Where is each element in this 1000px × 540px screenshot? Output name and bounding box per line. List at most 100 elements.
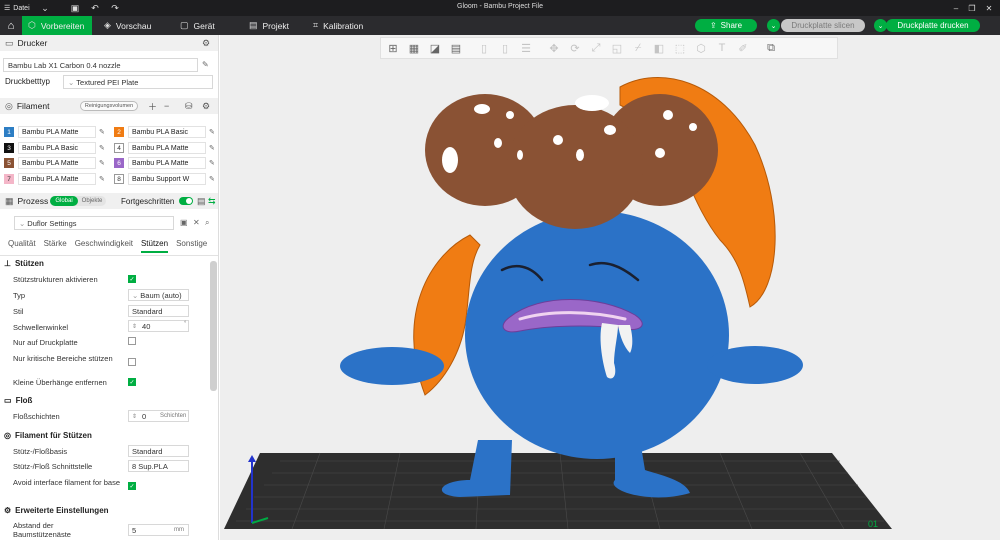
flushing-volume-button[interactable]: Reinigungsvolumen — [80, 101, 138, 111]
tab-label: Gerät — [193, 20, 215, 31]
filament-slot[interactable]: 1 Bambu PLA Matte ✎ — [4, 126, 105, 138]
edit-printer-icon[interactable]: ✎ — [202, 60, 209, 69]
raft-layers-input[interactable]: ⇕ 0 Schichten — [128, 410, 189, 422]
support-icon: ⊥ — [4, 258, 11, 268]
filament-name: Bambu PLA Basic — [18, 142, 96, 154]
subtab-others[interactable]: Sonstige — [176, 239, 207, 253]
filament-slot[interactable]: 3 Bambu PLA Basic ✎ — [4, 142, 105, 154]
subtab-supports[interactable]: Stützen — [140, 239, 169, 253]
add-filament-icon[interactable]: ＋ — [148, 100, 157, 113]
filament-number-badge: 5 — [4, 158, 14, 168]
print-plate-button[interactable]: Druckplatte drucken — [886, 19, 980, 32]
filament-slot[interactable]: 8 Bambu Support W ✎ — [114, 173, 215, 185]
search-icon[interactable]: ⌕ — [205, 218, 209, 228]
critical-only-checkbox[interactable] — [128, 358, 136, 366]
share-button[interactable]: ⇪ Share — [695, 19, 757, 32]
settings-scrollbar[interactable] — [210, 261, 217, 391]
compare-icon[interactable]: ▤ — [197, 196, 206, 207]
3d-viewport[interactable]: ⊞ ▦ ◪ ▤ ▯ ▯ ☰ ✥ ⟳ ⤢ ◱ ⌿ ◧ ⬚ ⬡ T ✐ ⧉ 01 — [220, 35, 1000, 540]
tab-label: Vorbereiten — [40, 20, 85, 31]
filament-slot[interactable]: 6 Bambu PLA Matte ✎ — [114, 157, 215, 169]
left-arm — [340, 347, 444, 385]
support-interface-value: 8 Sup.PLA — [132, 461, 168, 471]
filament-slot[interactable]: 5 Bambu PLA Matte ✎ — [4, 157, 105, 169]
remove-small-overhangs-checkbox[interactable]: ✓ — [128, 378, 136, 386]
support-base-value: Standard — [132, 446, 163, 456]
group-support-filament-header: ◎ Filament für Stützen — [4, 429, 92, 441]
share-label: Share — [720, 21, 743, 30]
filament-settings-icon[interactable]: ⚙ — [202, 101, 210, 112]
close-icon[interactable]: ✕ — [193, 218, 200, 227]
minimize-icon[interactable]: – — [950, 2, 962, 14]
group-title: Floß — [15, 395, 33, 405]
filament-name: Bambu PLA Matte — [18, 157, 96, 169]
tab-preview[interactable]: ◈ Vorschau — [104, 16, 151, 35]
filament-slot[interactable]: 2 Bambu PLA Basic ✎ — [114, 126, 215, 138]
cube-icon: ⬡ — [28, 20, 36, 30]
edit-filament-icon[interactable]: ✎ — [99, 128, 105, 136]
build-plate — [224, 453, 892, 529]
chevron-down-icon: ⌄ — [19, 218, 26, 228]
threshold-angle-input[interactable]: ⇕ 40 ° — [128, 320, 189, 332]
global-objects-toggle[interactable]: Global Objekte — [50, 196, 106, 206]
printer-settings-icon[interactable]: ⚙ — [202, 38, 210, 49]
tab-device[interactable]: ▢ Gerät — [180, 16, 215, 35]
subtab-strength[interactable]: Stärke — [44, 239, 67, 253]
enable-supports-checkbox[interactable]: ✓ — [128, 275, 136, 283]
filament-number-badge: 1 — [4, 127, 14, 137]
support-interface-label: Stütz-/Floß Schnittstelle — [13, 462, 93, 471]
avoid-interface-checkbox[interactable]: ✓ — [128, 482, 136, 490]
group-advanced-header: ⚙ Erweiterte Einstellungen — [4, 504, 109, 516]
filament-slot[interactable]: 4 Bambu PLA Matte ✎ — [114, 142, 215, 154]
stepper-icon[interactable]: ⇕ — [132, 323, 137, 330]
sync-ams-icon[interactable]: ⛁ — [185, 101, 193, 112]
edit-filament-icon[interactable]: ✎ — [209, 144, 215, 152]
slice-dropdown-icon[interactable]: ⌄ — [767, 19, 780, 32]
divider — [0, 255, 218, 256]
tab-project[interactable]: ▤ Projekt — [249, 16, 289, 35]
filament-number-badge: 6 — [114, 158, 124, 168]
subtab-quality[interactable]: Qualität — [8, 239, 36, 253]
support-type-select[interactable]: ⌄ Baum (auto) — [128, 289, 189, 301]
filament-number-badge: 4 — [114, 143, 124, 153]
remove-filament-icon[interactable]: − — [164, 101, 169, 111]
subtab-speed[interactable]: Geschwindigkeit — [75, 239, 133, 253]
bed-type-select[interactable]: ⌄ Textured PEI Plate — [63, 75, 213, 89]
critical-only-label: Nur kritische Bereiche stützen — [13, 354, 113, 363]
process-subtabs: Qualität Stärke Geschwindigkeit Stützen … — [0, 239, 218, 253]
edit-filament-icon[interactable]: ✎ — [99, 144, 105, 152]
support-style-select[interactable]: Standard — [128, 305, 189, 317]
scene-canvas: 01 — [224, 77, 892, 530]
filament-slot[interactable]: 7 Bambu PLA Matte ✎ — [4, 173, 105, 185]
printer-select[interactable]: Bambu Lab X1 Carbon 0.4 nozzle — [3, 58, 198, 72]
support-base-select[interactable]: Standard — [128, 445, 189, 457]
edit-filament-icon[interactable]: ✎ — [209, 128, 215, 136]
toggle-global[interactable]: Global — [50, 196, 78, 206]
support-interface-select[interactable]: 8 Sup.PLA — [128, 460, 189, 472]
edit-filament-icon[interactable]: ✎ — [99, 175, 105, 183]
stepper-icon[interactable]: ⇕ — [132, 413, 137, 420]
sync-icon[interactable]: ⇆ — [208, 196, 216, 207]
on-plate-only-label: Nur auf Druckplatte — [13, 338, 78, 347]
printer-section-title: Drucker — [17, 38, 48, 48]
tab-calibration[interactable]: ⌗ Kalibration — [313, 16, 363, 35]
close-icon[interactable]: ✕ — [983, 2, 995, 14]
save-preset-icon[interactable]: ▣ — [180, 218, 188, 227]
tab-prepare[interactable]: ⬡ Vorbereiten — [22, 16, 93, 35]
toggle-objects[interactable]: Objekte — [78, 196, 106, 206]
process-preset-select[interactable]: ⌄ Duflor Settings — [14, 216, 174, 230]
edit-filament-icon[interactable]: ✎ — [209, 175, 215, 183]
edit-filament-icon[interactable]: ✎ — [209, 159, 215, 167]
on-plate-only-checkbox[interactable] — [128, 337, 136, 345]
slice-plate-button[interactable]: Druckplatte slicen — [781, 19, 865, 32]
group-title: Erweiterte Einstellungen — [15, 505, 109, 515]
branch-distance-input[interactable]: 5 mm — [128, 524, 189, 536]
bed-type-label: Druckbetttyp — [5, 77, 50, 86]
edit-filament-icon[interactable]: ✎ — [99, 159, 105, 167]
calibration-icon: ⌗ — [313, 20, 319, 30]
restore-icon[interactable]: ❐ — [966, 2, 978, 14]
filament-number-badge: 8 — [114, 174, 124, 184]
home-icon[interactable]: ⌂ — [0, 16, 22, 35]
settings-sidebar: ▭ Drucker ⚙ Bambu Lab X1 Carbon 0.4 nozz… — [0, 35, 219, 540]
advanced-switch[interactable] — [179, 197, 193, 205]
